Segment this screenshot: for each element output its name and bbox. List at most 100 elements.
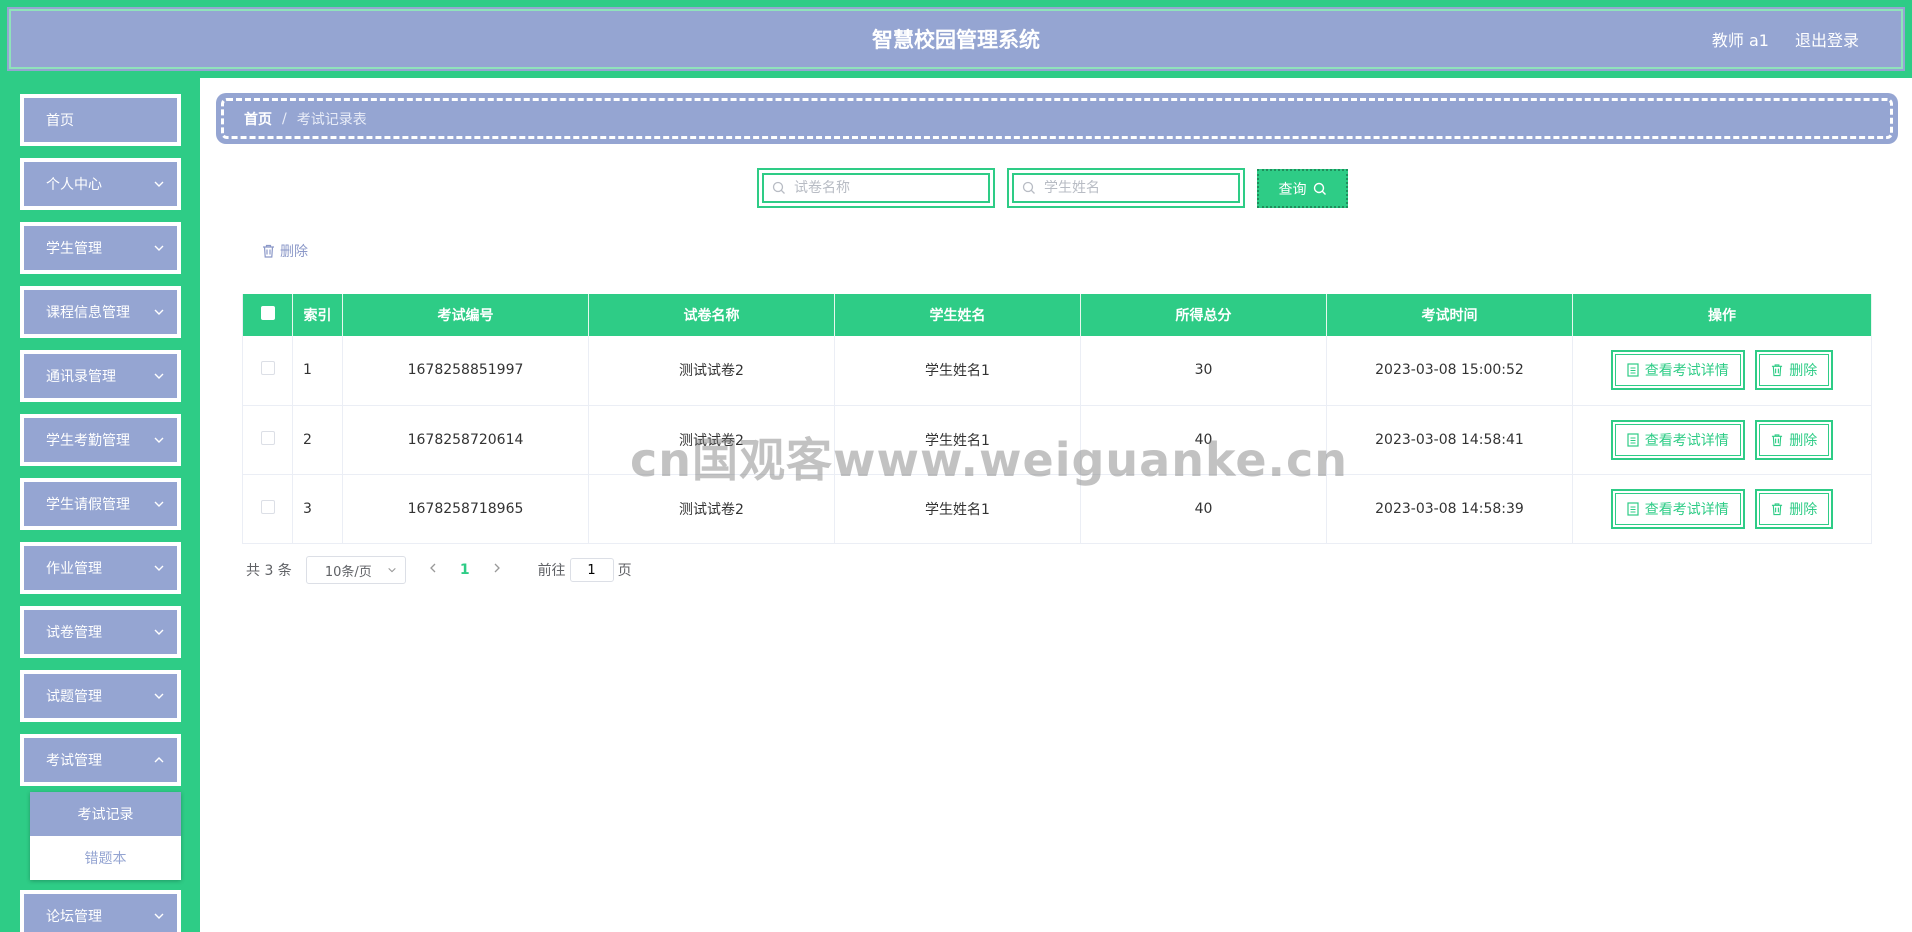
search-icon <box>1022 181 1035 194</box>
breadcrumb-home[interactable]: 首页 <box>244 109 272 129</box>
view-detail-label: 查看考试详情 <box>1644 363 1729 380</box>
view-detail-button[interactable]: 查看考试详情 <box>1610 350 1745 391</box>
cell-exam-time: 2023-03-08 14:58:41 <box>1326 405 1573 475</box>
sidebar-item-home[interactable]: 首页 <box>20 94 181 146</box>
chevron-down-icon <box>154 181 164 187</box>
cell-exam-time: 2023-03-08 15:00:52 <box>1326 336 1573 406</box>
sidebar-item-contacts[interactable]: 通讯录管理 <box>20 350 181 402</box>
cell-total-score: 40 <box>1080 405 1327 475</box>
next-page-button[interactable] <box>492 562 502 578</box>
student-name-input[interactable] <box>1044 180 1224 196</box>
table-row: 1 1678258851997 测试试卷2 学生姓名1 30 2023-03-0… <box>242 336 1872 406</box>
header-actions: 操作 <box>1572 294 1872 336</box>
cell-exam-no: 1678258851997 <box>342 336 589 406</box>
cell-paper-name: 测试试卷2 <box>588 474 835 544</box>
logout-link[interactable]: 退出登录 <box>1795 27 1859 51</box>
cell-total-score: 40 <box>1080 474 1327 544</box>
paper-name-input[interactable] <box>794 180 974 196</box>
row-select-cell <box>242 474 293 544</box>
query-button[interactable]: 查询 <box>1257 169 1348 208</box>
sidebar-item-attendance[interactable]: 学生考勤管理 <box>20 414 181 466</box>
row-delete-button[interactable]: 删除 <box>1755 419 1834 460</box>
query-button-label: 查询 <box>1278 181 1307 198</box>
search-icon <box>1313 182 1326 195</box>
sidebar-item-homework[interactable]: 作业管理 <box>20 542 181 594</box>
student-name-search-inner <box>1012 173 1240 203</box>
cell-actions: 查看考试详情 删除 <box>1572 336 1872 406</box>
chevron-up-icon <box>154 757 164 763</box>
chevron-down-icon <box>154 501 164 507</box>
cell-paper-name: 测试试卷2 <box>588 405 835 475</box>
sidebar-item-label: 课程信息管理 <box>46 305 130 321</box>
cell-student-name: 学生姓名1 <box>834 405 1081 475</box>
batch-delete-button[interactable]: 删除 <box>262 241 308 261</box>
header-paper-name: 试卷名称 <box>588 294 835 336</box>
page-jump-input[interactable] <box>569 558 614 582</box>
student-name-search <box>1007 168 1245 208</box>
search-icon <box>772 181 785 194</box>
cell-paper-name: 测试试卷2 <box>588 336 835 406</box>
sidebar-item-leave[interactable]: 学生请假管理 <box>20 478 181 530</box>
table-header-row: 索引 考试编号 试卷名称 学生姓名 所得总分 考试时间 操作 <box>242 294 1872 336</box>
chevron-down-icon <box>154 913 164 919</box>
sidebar-item-forum[interactable]: 论坛管理 <box>20 890 181 932</box>
submenu-item-wrong-questions[interactable]: 错题本 <box>30 836 181 880</box>
select-all-checkbox[interactable] <box>260 306 275 320</box>
sidebar-item-label: 学生请假管理 <box>46 497 130 513</box>
cell-student-name: 学生姓名1 <box>834 474 1081 544</box>
row-select-cell <box>242 405 293 475</box>
cell-exam-no: 1678258718965 <box>342 474 589 544</box>
sidebar-item-label: 通讯录管理 <box>46 369 116 385</box>
chevron-right-icon <box>494 563 500 573</box>
submenu-item-exam-records[interactable]: 考试记录 <box>30 792 181 836</box>
page-number-current[interactable]: 1 <box>460 562 470 578</box>
page-size-value: 10条/页 <box>324 564 372 580</box>
cell-actions: 查看考试详情 删除 <box>1572 405 1872 475</box>
cell-index: 1 <box>292 336 343 406</box>
chevron-down-icon <box>154 373 164 379</box>
sidebar: 首页 个人中心 学生管理 课程信息管理 通讯录管理 学生考勤管理 学生请假管理 … <box>0 78 200 932</box>
row-delete-button[interactable]: 删除 <box>1755 488 1834 529</box>
sidebar-item-student-management[interactable]: 学生管理 <box>20 222 181 274</box>
page-size-select[interactable]: 10条/页 <box>305 556 406 584</box>
row-checkbox[interactable] <box>260 499 275 514</box>
sidebar-item-label: 学生管理 <box>46 241 102 257</box>
chevron-down-icon <box>154 245 164 251</box>
chevron-down-icon <box>154 437 164 443</box>
sidebar-item-papers[interactable]: 试卷管理 <box>20 606 181 658</box>
view-detail-label: 查看考试详情 <box>1644 432 1729 449</box>
document-icon <box>1627 432 1639 447</box>
view-detail-button[interactable]: 查看考试详情 <box>1610 488 1745 529</box>
select-all-cell <box>242 294 293 336</box>
sidebar-item-exams[interactable]: 考试管理 <box>20 734 181 786</box>
cell-exam-time: 2023-03-08 14:58:39 <box>1326 474 1573 544</box>
sidebar-item-questions[interactable]: 试题管理 <box>20 670 181 722</box>
header-student-name: 学生姓名 <box>834 294 1081 336</box>
header-exam-no: 考试编号 <box>342 294 589 336</box>
row-checkbox[interactable] <box>260 361 275 376</box>
sidebar-item-label: 个人中心 <box>46 177 102 193</box>
trash-icon <box>1772 364 1783 377</box>
chevron-down-icon <box>388 567 396 573</box>
trash-icon <box>1772 502 1783 515</box>
document-icon <box>1627 363 1639 377</box>
exam-records-table: 索引 考试编号 试卷名称 学生姓名 所得总分 考试时间 操作 1 1678258… <box>242 294 1872 544</box>
row-delete-button[interactable]: 删除 <box>1755 350 1834 391</box>
paper-name-search <box>757 168 995 208</box>
sidebar-item-course-info[interactable]: 课程信息管理 <box>20 286 181 338</box>
trash-icon <box>1772 433 1783 446</box>
row-delete-label: 删除 <box>1789 432 1818 449</box>
sidebar-item-personal-center[interactable]: 个人中心 <box>20 158 181 210</box>
sidebar-item-label: 论坛管理 <box>46 909 102 925</box>
page-jump-suffix: 页 <box>617 563 632 579</box>
header-total-score: 所得总分 <box>1080 294 1327 336</box>
prev-page-button[interactable] <box>428 562 438 578</box>
sidebar-item-label: 学生考勤管理 <box>46 433 130 449</box>
header-exam-time: 考试时间 <box>1326 294 1573 336</box>
sidebar-item-label: 作业管理 <box>46 561 102 577</box>
row-checkbox[interactable] <box>260 430 275 445</box>
view-detail-button[interactable]: 查看考试详情 <box>1610 419 1745 460</box>
cell-actions: 查看考试详情 删除 <box>1572 474 1872 544</box>
exam-submenu: 考试记录 错题本 <box>30 792 181 880</box>
user-name[interactable]: 教师 a1 <box>1712 27 1769 51</box>
